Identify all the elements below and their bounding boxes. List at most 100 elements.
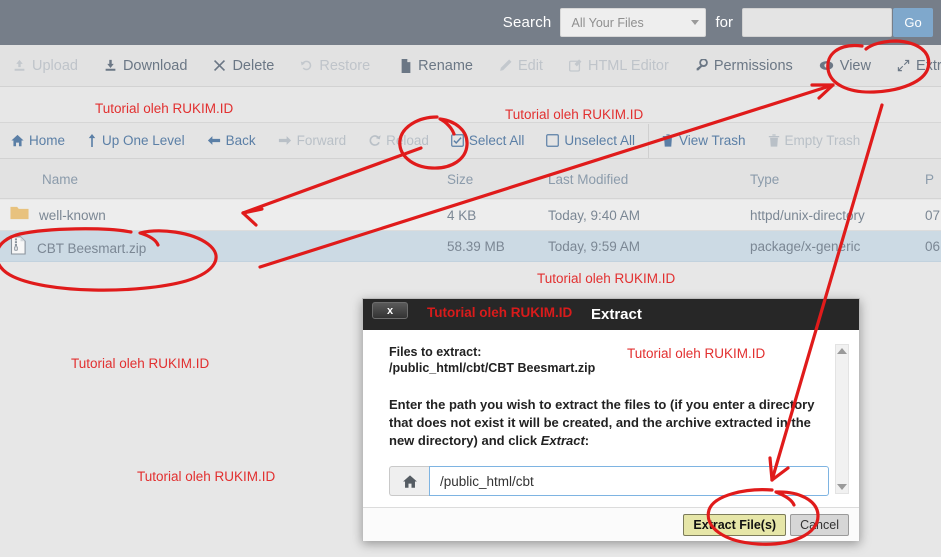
row-type: package/x-generic — [750, 239, 861, 254]
search-go-button[interactable]: Go — [893, 8, 933, 37]
nav-forward-button[interactable]: Forward — [267, 123, 358, 159]
back-arrow-icon — [207, 134, 221, 147]
watermark-text: Tutorial oleh RUKIM.ID — [505, 107, 644, 122]
html-editor-icon — [568, 59, 582, 72]
file-rename-icon — [400, 58, 412, 73]
home-icon[interactable] — [389, 466, 429, 496]
chevron-down-icon — [691, 20, 700, 25]
nav-up-one-level-button[interactable]: Up One Level — [76, 123, 196, 159]
toolbar-html-editor-button[interactable]: HTML Editor — [556, 45, 682, 87]
toolbar-restore-label: Restore — [319, 57, 371, 74]
toolbar-restore-button[interactable]: Restore — [287, 45, 383, 87]
extract-instruction: Enter the path you wish to extract the f… — [389, 396, 839, 450]
toolbar-edit-button[interactable]: Edit — [486, 45, 556, 87]
extract-files-button[interactable]: Extract File(s) — [683, 513, 787, 536]
search-input[interactable] — [742, 8, 892, 37]
files-to-extract-label: Files to extract: — [389, 345, 482, 359]
file-navigation-toolbar: Home Up One Level Back Forward Reload Se… — [0, 122, 941, 159]
table-row[interactable]: CBT Beesmart.zip 58.39 MB Today, 9:59 AM… — [0, 231, 941, 262]
nav-empty-trash-button[interactable]: Empty Trash — [757, 123, 872, 159]
search-scope-value: All Your Files — [571, 15, 644, 30]
row-permissions: 06 — [925, 239, 941, 254]
toolbar-delete-label: Delete — [232, 57, 275, 74]
checked-box-icon — [451, 134, 464, 147]
trash-icon — [768, 134, 780, 147]
extract-instruction-emphasis: Extract — [540, 433, 585, 448]
search-label: Search — [502, 14, 552, 31]
file-action-toolbar: Upload Download Delete Restore Rename Ed… — [0, 45, 941, 87]
nav-back-label: Back — [225, 133, 256, 148]
watermark-text: Tutorial oleh RUKIM.ID — [537, 271, 676, 286]
home-icon — [11, 134, 24, 147]
toolbar-edit-label: Edit — [517, 57, 543, 74]
restore-icon — [300, 59, 313, 72]
nav-back-button[interactable]: Back — [196, 123, 267, 159]
extract-arrows-icon — [897, 59, 910, 72]
nav-home-button[interactable]: Home — [0, 123, 76, 159]
file-table-header: Name Size Last Modified Type P — [0, 159, 941, 199]
toolbar-permissions-label: Permissions — [713, 57, 793, 74]
cancel-button[interactable]: Cancel — [790, 513, 849, 536]
toolbar-extract-label: Extract — [915, 57, 941, 74]
folder-icon — [10, 205, 29, 226]
column-header-type[interactable]: Type — [750, 172, 779, 187]
pencil-icon — [499, 59, 512, 72]
column-header-size[interactable]: Size — [447, 172, 473, 187]
toolbar-rename-button[interactable]: Rename — [387, 45, 486, 87]
row-type: httpd/unix-directory — [750, 208, 865, 223]
nav-reload-button[interactable]: Reload — [357, 123, 440, 159]
search-scope-select[interactable]: All Your Files — [560, 8, 707, 37]
top-search-bar: Search All Your Files for Go — [0, 0, 941, 45]
row-name-cell[interactable]: well-known — [10, 205, 106, 226]
toolbar-upload-button[interactable]: Upload — [0, 45, 91, 87]
row-name-cell[interactable]: CBT Beesmart.zip — [10, 236, 146, 260]
extract-instruction-part1: Enter the path you wish to extract the f… — [389, 397, 815, 448]
watermark-text: Tutorial oleh RUKIM.ID — [137, 469, 276, 484]
toolbar-extract-button[interactable]: Extract — [884, 45, 941, 87]
dialog-scrollbar[interactable] — [835, 344, 849, 494]
toolbar-delete-button[interactable]: Delete — [200, 45, 287, 87]
toolbar-view-label: View — [839, 57, 871, 74]
column-header-modified[interactable]: Last Modified — [548, 172, 628, 187]
column-header-name[interactable]: Name — [42, 172, 78, 187]
reload-icon — [368, 134, 381, 147]
watermark-text: Tutorial oleh RUKIM.ID — [95, 101, 234, 116]
toolbar-download-label: Download — [122, 57, 188, 74]
scroll-up-icon[interactable] — [837, 348, 847, 354]
extract-dialog-body: Files to extract: /public_html/cbt/CBT B… — [363, 330, 859, 508]
nav-unselect-all-button[interactable]: Unselect All — [535, 123, 646, 159]
zip-file-icon — [10, 236, 27, 260]
close-icon[interactable]: x — [372, 302, 408, 319]
delete-x-icon — [213, 59, 226, 72]
extract-dialog: x Extract Files to extract: /public_html… — [362, 298, 860, 541]
nav-up-label: Up One Level — [102, 133, 185, 148]
eye-icon — [819, 59, 834, 72]
row-name-label: CBT Beesmart.zip — [37, 240, 147, 256]
nav-view-trash-button[interactable]: View Trash — [651, 123, 757, 159]
nav-select-all-button[interactable]: Select All — [440, 123, 536, 159]
download-icon — [104, 59, 117, 72]
column-header-permissions[interactable]: P — [925, 172, 934, 187]
nav-select-all-label: Select All — [468, 133, 525, 148]
nav-reload-label: Reload — [386, 133, 429, 148]
toolbar-permissions-button[interactable]: Permissions — [682, 45, 806, 87]
scroll-down-icon[interactable] — [837, 484, 847, 490]
watermark-text: Tutorial oleh RUKIM.ID — [71, 356, 210, 371]
row-modified: Today, 9:59 AM — [548, 239, 641, 254]
extract-path-input[interactable] — [429, 466, 829, 496]
key-icon — [695, 59, 708, 72]
toolbar-view-button[interactable]: View — [806, 45, 884, 87]
nav-unselect-all-label: Unselect All — [564, 133, 635, 148]
up-arrow-icon — [87, 134, 97, 147]
files-to-extract-path: /public_html/cbt/CBT Beesmart.zip — [389, 361, 596, 375]
row-size: 58.39 MB — [447, 239, 505, 254]
upload-icon — [13, 59, 26, 72]
watermark-text: Tutorial oleh RUKIM.ID — [627, 346, 766, 361]
toolbar-upload-label: Upload — [32, 57, 78, 74]
screen-root: Search All Your Files for Go Upload Down… — [0, 0, 941, 557]
toolbar-download-button[interactable]: Download — [91, 45, 201, 87]
nav-view-trash-label: View Trash — [678, 133, 746, 148]
row-size: 4 KB — [447, 208, 477, 223]
empty-box-icon — [546, 134, 560, 147]
table-row[interactable]: well-known 4 KB Today, 9:40 AM httpd/uni… — [0, 200, 941, 231]
